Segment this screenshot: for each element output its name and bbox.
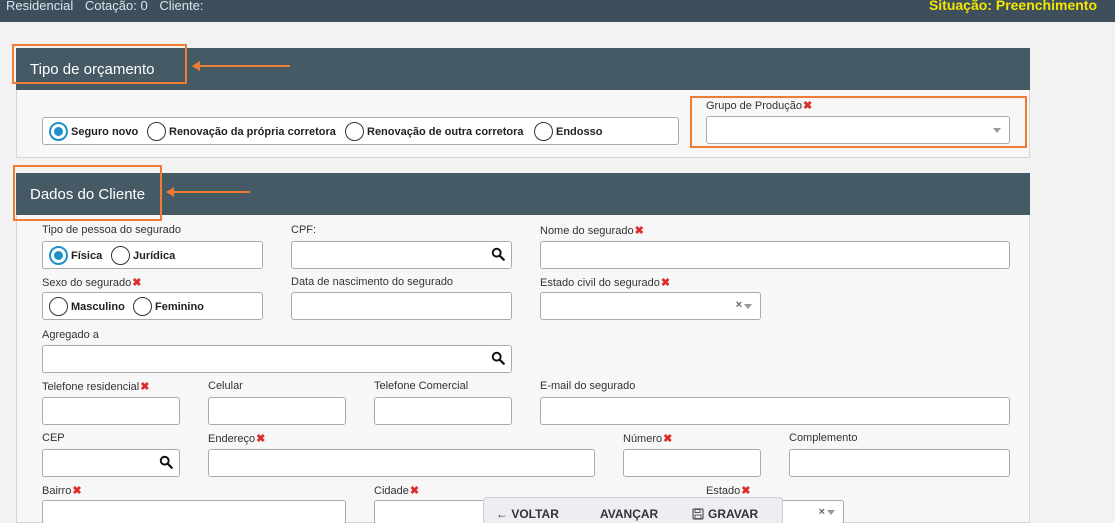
back-button[interactable]: ← VOLTAR bbox=[496, 507, 559, 521]
person-type-label: Tipo de pessoa do segurado bbox=[42, 224, 182, 236]
address-input[interactable] bbox=[208, 449, 595, 477]
clear-icon[interactable]: × bbox=[819, 506, 825, 518]
clear-icon[interactable]: × bbox=[736, 299, 742, 311]
search-icon[interactable] bbox=[159, 455, 173, 469]
number-label: Número✖ bbox=[623, 433, 673, 445]
required-icon: ✖ bbox=[256, 433, 266, 445]
status-text: Situação: Preenchimento bbox=[928, 0, 1097, 13]
required-icon: ✖ bbox=[72, 485, 82, 497]
top-bar: Residencial Cotação: 0 Cliente: Situação… bbox=[0, 0, 1115, 22]
radio-icon bbox=[345, 122, 364, 141]
person-type-radio-group: Física Jurídica bbox=[42, 241, 263, 269]
search-icon[interactable] bbox=[491, 247, 505, 261]
client-name: Cliente: bbox=[159, 0, 204, 13]
radio-label: Feminino bbox=[155, 301, 204, 313]
budget-type-radio-group: Seguro novo Renovação da própria correto… bbox=[42, 117, 679, 145]
radio-selected-icon bbox=[49, 246, 68, 265]
insured-name-label: Nome do segurado✖ bbox=[540, 225, 644, 237]
radio-selected-icon bbox=[49, 122, 68, 141]
radio-juridica[interactable]: Jurídica bbox=[111, 246, 183, 266]
aggregated-label: Agregado a bbox=[42, 329, 99, 341]
callout-arrow-icon bbox=[166, 187, 250, 197]
radio-label: Renovação de outra corretora bbox=[367, 126, 524, 138]
birth-date-input[interactable] bbox=[291, 292, 512, 320]
aggregated-input[interactable] bbox=[42, 345, 512, 373]
radio-fisica[interactable]: Física bbox=[49, 246, 113, 266]
city-label: Cidade✖ bbox=[374, 485, 420, 497]
cep-input[interactable] bbox=[42, 449, 180, 477]
required-icon: ✖ bbox=[634, 225, 644, 237]
radio-label: Masculino bbox=[71, 301, 125, 313]
floppy-disk-icon bbox=[692, 508, 704, 520]
required-icon: ✖ bbox=[660, 277, 671, 289]
search-icon[interactable] bbox=[491, 351, 505, 365]
required-icon: ✖ bbox=[140, 381, 150, 393]
next-button[interactable]: AVANÇAR bbox=[600, 507, 658, 521]
callout-box-group bbox=[690, 96, 1027, 148]
radio-label: Jurídica bbox=[133, 250, 176, 262]
save-button[interactable]: GRAVAR bbox=[692, 507, 758, 521]
work-phone-input[interactable] bbox=[374, 397, 512, 425]
insured-name-input[interactable] bbox=[540, 241, 1010, 269]
required-icon: ✖ bbox=[409, 485, 420, 497]
sex-radio-group: Masculino Feminino bbox=[42, 292, 263, 320]
action-bar: ← VOLTAR AVANÇAR GRAVAR bbox=[483, 497, 783, 523]
radio-label: Renovação da própria corretora bbox=[169, 126, 336, 138]
email-input[interactable] bbox=[540, 397, 1010, 425]
radio-label: Seguro novo bbox=[71, 126, 139, 138]
district-input[interactable] bbox=[42, 500, 346, 523]
home-phone-input[interactable] bbox=[42, 397, 180, 425]
callout-box-budget bbox=[12, 44, 187, 84]
district-label: Bairro✖ bbox=[42, 485, 82, 497]
home-phone-label: Telefone residencial✖ bbox=[42, 381, 150, 393]
radio-icon bbox=[111, 246, 130, 265]
cep-label: CEP bbox=[42, 432, 65, 444]
required-icon: ✖ bbox=[132, 277, 142, 289]
callout-arrow-icon bbox=[192, 61, 290, 71]
radio-icon bbox=[133, 297, 152, 316]
birth-date-label: Data de nascimento do segurado bbox=[291, 276, 454, 288]
mobile-label: Celular bbox=[208, 380, 243, 392]
email-label: E-mail do segurado bbox=[540, 380, 636, 392]
radio-label: Endosso bbox=[556, 126, 603, 138]
complement-label: Complemento bbox=[789, 432, 858, 444]
radio-renovacao-outra[interactable]: Renovação de outra corretora bbox=[345, 122, 533, 142]
radio-icon bbox=[147, 122, 166, 141]
radio-renovacao-propria[interactable]: Renovação da própria corretora bbox=[147, 122, 347, 142]
sex-label: Sexo do segurado✖ bbox=[42, 277, 142, 289]
callout-box-client bbox=[13, 165, 162, 221]
address-label: Endereço✖ bbox=[208, 433, 266, 445]
chevron-down-icon bbox=[827, 510, 835, 515]
save-button-label: GRAVAR bbox=[708, 507, 759, 521]
mobile-input[interactable] bbox=[208, 397, 346, 425]
cpf-label: CPF: bbox=[291, 224, 317, 236]
marital-status-label: Estado civil do segurado✖ bbox=[540, 277, 671, 289]
number-input[interactable] bbox=[623, 449, 761, 477]
marital-status-select[interactable]: × bbox=[540, 292, 761, 320]
radio-icon bbox=[534, 122, 553, 141]
radio-masculino[interactable]: Masculino bbox=[49, 297, 135, 317]
chevron-down-icon bbox=[744, 304, 752, 309]
required-icon: ✖ bbox=[663, 433, 673, 445]
quote-info: Residencial Cotação: 0 Cliente: bbox=[6, 0, 211, 13]
product-name: Residencial bbox=[6, 0, 74, 13]
radio-endosso[interactable]: Endosso bbox=[534, 122, 614, 142]
quote-number: Cotação: 0 bbox=[84, 0, 148, 13]
state-label: Estado✖ bbox=[706, 485, 751, 497]
required-icon: ✖ bbox=[741, 485, 751, 497]
radio-icon bbox=[49, 297, 68, 316]
radio-feminino[interactable]: Feminino bbox=[133, 297, 213, 317]
cpf-input[interactable] bbox=[291, 241, 512, 269]
work-phone-label: Telefone Comercial bbox=[374, 380, 469, 392]
complement-input[interactable] bbox=[789, 449, 1010, 477]
radio-seguro-novo[interactable]: Seguro novo bbox=[49, 122, 145, 142]
radio-label: Física bbox=[71, 250, 103, 262]
